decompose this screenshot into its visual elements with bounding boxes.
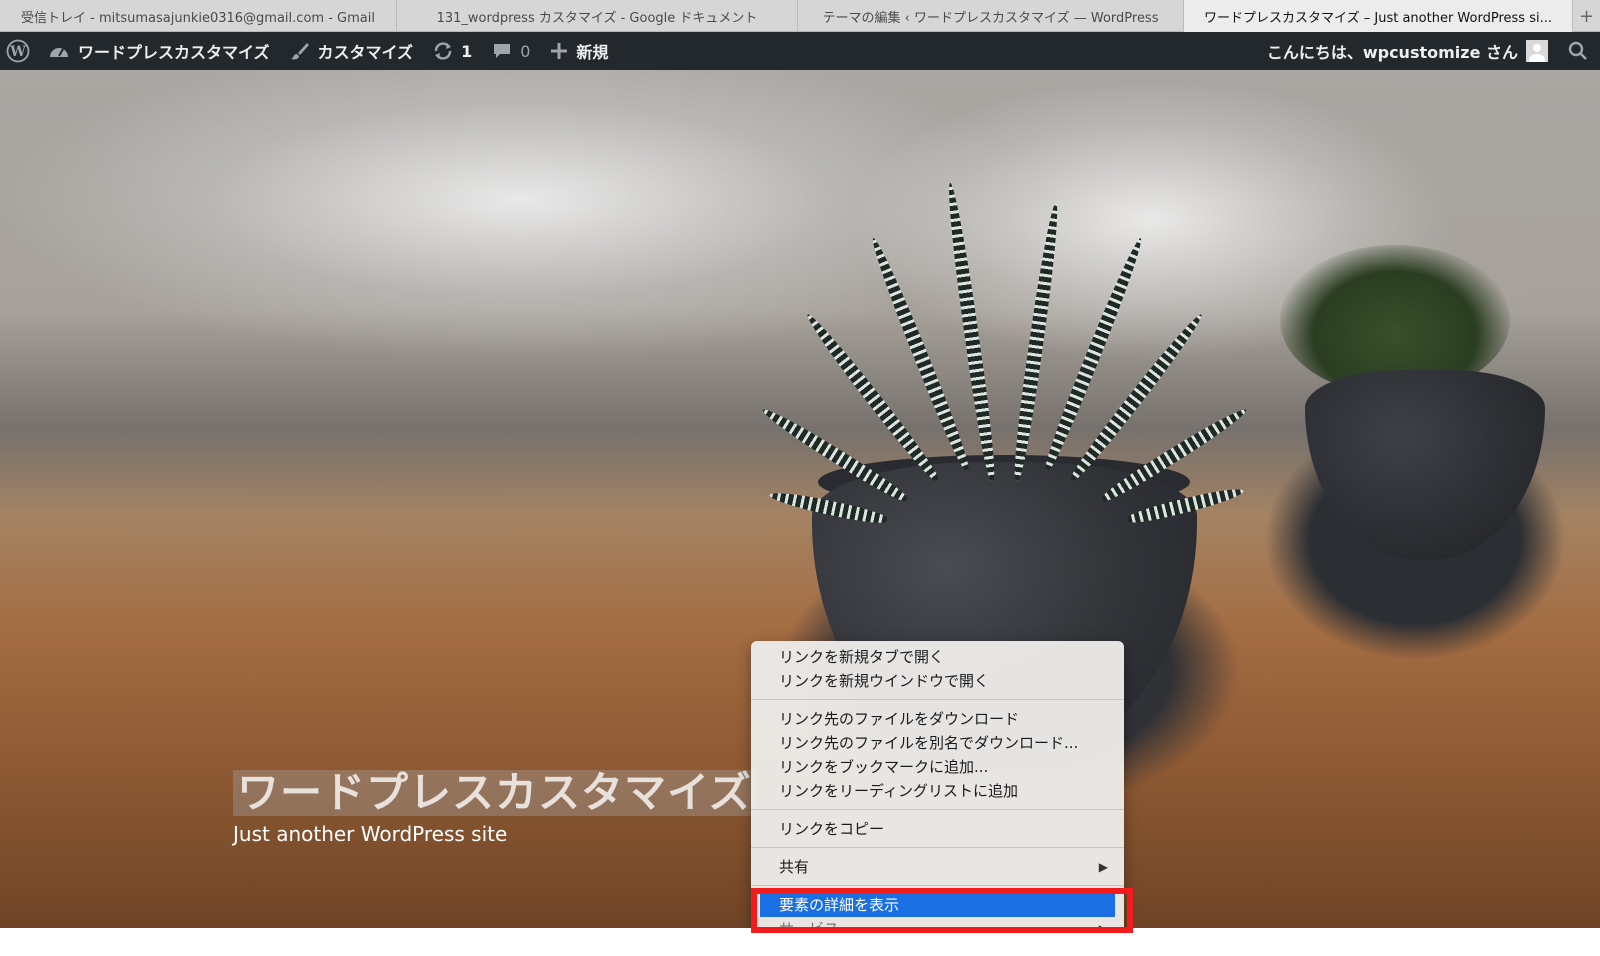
menu-item-open-new-window[interactable]: リンクを新規ウインドウで開く — [751, 669, 1124, 693]
menu-separator — [751, 885, 1124, 886]
new-content-menu[interactable]: 新規 — [540, 32, 618, 70]
comments-link[interactable]: 0 — [482, 32, 540, 70]
customize-link[interactable]: カスタマイズ — [280, 32, 424, 70]
tab-site-active[interactable]: ワードプレスカスタマイズ – Just another WordPress si… — [1184, 0, 1573, 32]
updates-count: 1 — [461, 41, 473, 61]
comment-bubble-icon — [492, 41, 512, 61]
site-name-label: ワードプレスカスタマイズ — [78, 43, 270, 62]
wp-logo-menu[interactable]: W — [0, 32, 38, 70]
wp-admin-bar: W ワードプレスカスタマイズ カスタマイズ 1 0 新規 こんにちは、wpcus… — [0, 32, 1600, 70]
refresh-icon — [433, 41, 453, 61]
comments-count: 0 — [520, 41, 531, 61]
submenu-arrow-icon: ▶ — [1098, 860, 1108, 874]
avatar — [1526, 40, 1548, 62]
browser-tab-strip: 受信トレイ - mitsumasajunkie0316@gmail.com - … — [0, 0, 1600, 32]
menu-separator — [751, 847, 1124, 848]
menu-item-open-new-tab[interactable]: リンクを新規タブで開く — [751, 645, 1124, 669]
search-button[interactable] — [1566, 32, 1600, 70]
menu-separator — [751, 809, 1124, 810]
site-title[interactable]: ワードプレスカスタマイズ — [233, 770, 756, 816]
plus-icon — [550, 42, 568, 60]
search-icon — [1568, 41, 1588, 61]
menu-item-download-linked-file[interactable]: リンク先のファイルをダウンロード — [751, 707, 1124, 731]
menu-item-add-reading-list[interactable]: リンクをリーディングリストに追加 — [751, 779, 1124, 803]
dashboard-gauge-icon — [48, 41, 70, 61]
menu-item-download-as[interactable]: リンク先のファイルを別名でダウンロード... — [751, 731, 1124, 755]
menu-separator — [751, 699, 1124, 700]
site-tagline: Just another WordPress site — [233, 822, 508, 846]
menu-item-share[interactable]: 共有 ▶ — [751, 855, 1124, 879]
menu-item-add-bookmark[interactable]: リンクをブックマークに追加... — [751, 755, 1124, 779]
tab-label: 131_wordpress カスタマイズ - Google ドキュメント — [436, 10, 758, 26]
tab-label: テーマの編集 ‹ ワードプレスカスタマイズ — WordPress — [822, 10, 1159, 26]
tab-theme-editor[interactable]: テーマの編集 ‹ ワードプレスカスタマイズ — WordPress — [798, 0, 1184, 32]
tab-google-docs[interactable]: 131_wordpress カスタマイズ - Google ドキュメント — [397, 0, 798, 32]
paintbrush-icon — [290, 41, 310, 61]
annotation-highlight-box — [751, 888, 1133, 933]
tab-label: 受信トレイ - mitsumasajunkie0316@gmail.com - … — [21, 10, 375, 26]
site-name-menu[interactable]: ワードプレスカスタマイズ — [38, 32, 280, 70]
new-tab-button[interactable]: + — [1573, 0, 1600, 32]
share-label: 共有 — [779, 858, 810, 876]
customize-label: カスタマイズ — [317, 43, 414, 62]
my-account-menu[interactable]: こんにちは、wpcustomize さん — [1257, 32, 1566, 70]
menu-item-copy-link[interactable]: リンクをコピー — [751, 817, 1124, 841]
tab-label: ワードプレスカスタマイズ – Just another WordPress si… — [1204, 10, 1552, 26]
updates-link[interactable]: 1 — [423, 32, 482, 70]
wordpress-logo-icon: W — [6, 39, 30, 63]
new-label: 新規 — [576, 43, 609, 62]
background-pot — [1305, 370, 1545, 560]
svg-text:W: W — [9, 44, 26, 60]
tab-gmail[interactable]: 受信トレイ - mitsumasajunkie0316@gmail.com - … — [0, 0, 397, 32]
greeting-text: こんにちは、wpcustomize さん — [1266, 43, 1518, 62]
